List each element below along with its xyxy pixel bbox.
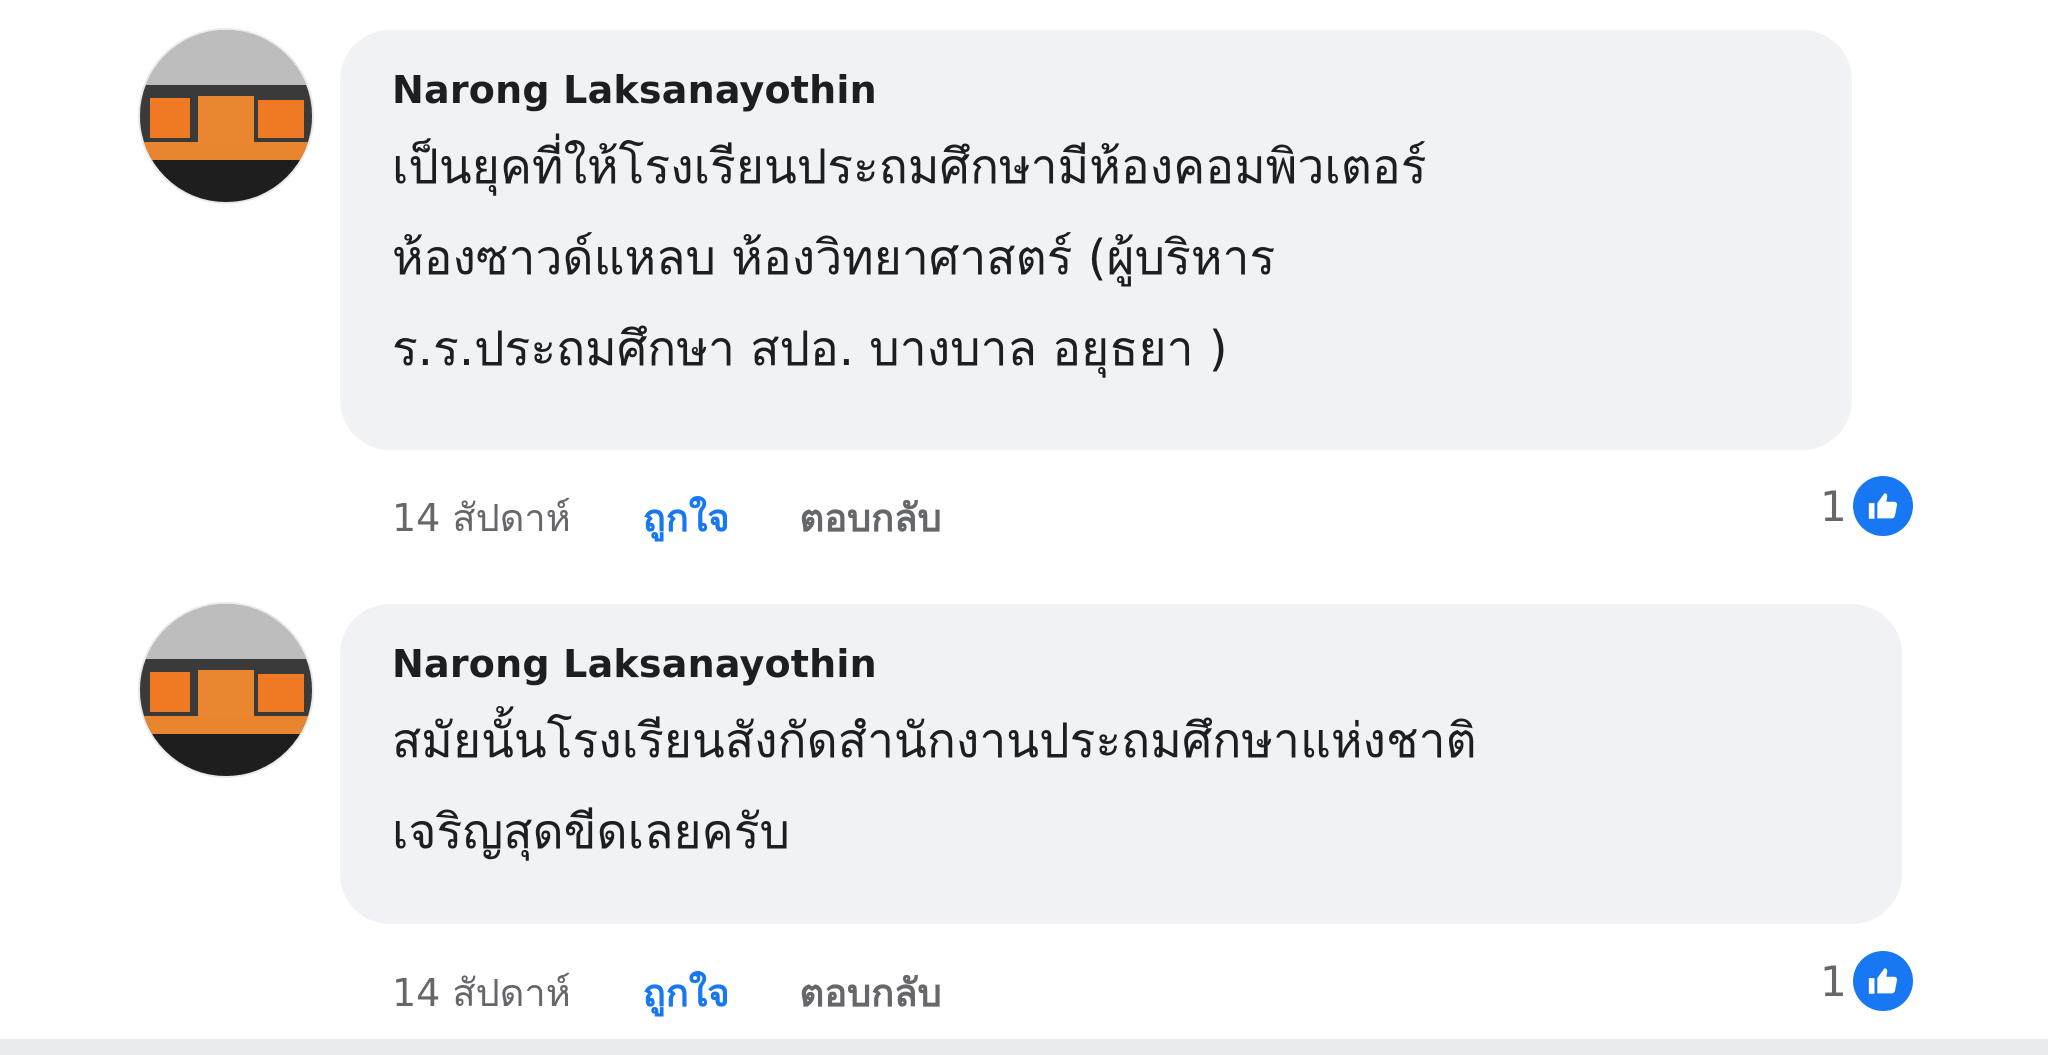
comment-timestamp[interactable]: 14 สัปดาห์ [392, 962, 571, 1023]
reply-button[interactable]: ตอบกลับ [800, 487, 942, 548]
comment-thread: Narong Laksanayothin เป็นยุคที่ให้โรงเรี… [0, 0, 2048, 1055]
comment-text-line: สมัยนั้นโรงเรียนสังกัดสำนักงานประถมศึกษา… [392, 713, 1477, 769]
divider [0, 1039, 2048, 1055]
avatar-image [140, 30, 312, 202]
thumbs-up-icon [1852, 951, 1913, 1011]
comment-text-line: ห้องซาวด์แหลบ ห้องวิทยาศาสตร์ (ผู้บริหาร [392, 230, 1276, 286]
avatar[interactable] [140, 604, 312, 776]
reaction-summary[interactable]: 1 [1820, 951, 1913, 1011]
reply-button[interactable]: ตอบกลับ [800, 962, 942, 1023]
comment-text-line: เป็นยุคที่ให้โรงเรียนประถมศึกษามีห้องคอม… [392, 139, 1427, 195]
comment-actions: 14 สัปดาห์ ถูกใจ ตอบกลับ [392, 487, 942, 548]
comment-author[interactable]: Narong Laksanayothin [392, 68, 1808, 112]
reaction-count: 1 [1820, 481, 1847, 531]
thumbs-up-icon [1852, 476, 1913, 536]
comment-text-line: ร.ร.ประถมศึกษา สปอ. บางบาล อยุธยา ) [392, 321, 1228, 377]
comment-text-line: เจริญสุดขีดเลยครับ [392, 804, 790, 860]
comment-bubble: Narong Laksanayothin สมัยนั้นโรงเรียนสัง… [340, 604, 1902, 924]
comment-bubble: Narong Laksanayothin เป็นยุคที่ให้โรงเรี… [340, 30, 1852, 450]
reaction-summary[interactable]: 1 [1820, 476, 1913, 536]
reaction-count: 1 [1820, 956, 1847, 1006]
comment-timestamp[interactable]: 14 สัปดาห์ [392, 487, 571, 548]
avatar-image [140, 604, 312, 776]
like-button[interactable]: ถูกใจ [643, 962, 730, 1023]
comment-author[interactable]: Narong Laksanayothin [392, 642, 1858, 686]
like-button[interactable]: ถูกใจ [643, 487, 730, 548]
comment-actions: 14 สัปดาห์ ถูกใจ ตอบกลับ [392, 962, 942, 1023]
avatar[interactable] [140, 30, 312, 202]
